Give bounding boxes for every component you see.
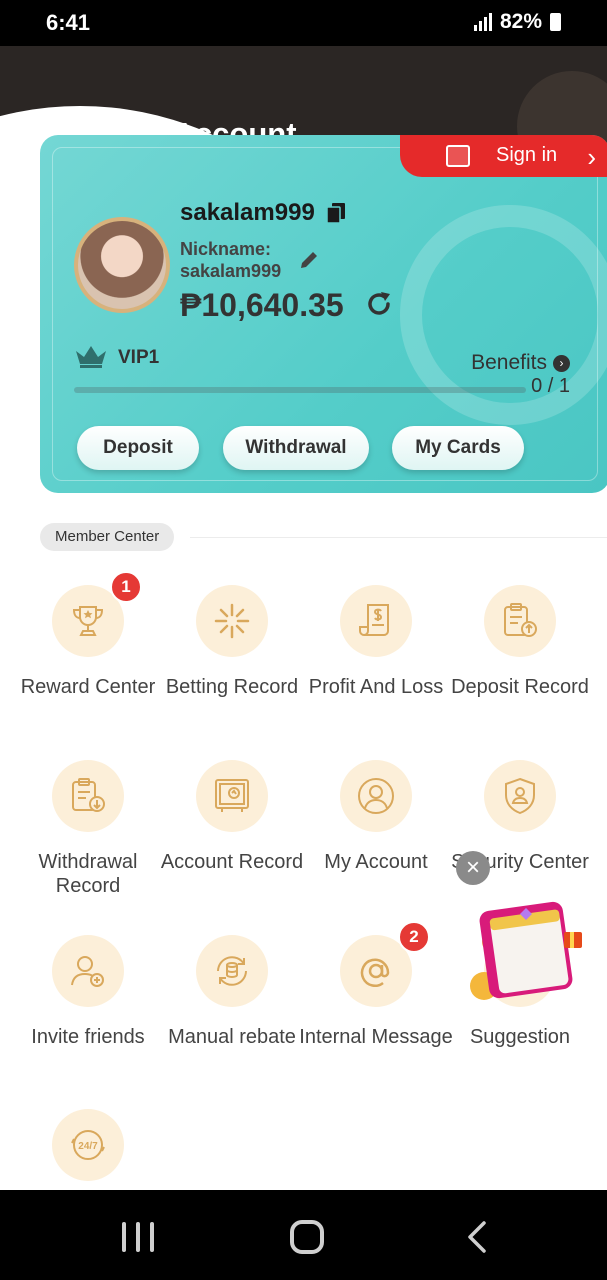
clipboard-download-icon (52, 760, 124, 832)
account-card: Sign in › sakalam999 Nickname: sakalam99… (40, 135, 607, 493)
sign-in-label: Sign in (496, 144, 558, 166)
grid-label: Withdrawal Record (38, 851, 138, 897)
my-cards-button[interactable]: My Cards (392, 426, 524, 470)
close-icon[interactable]: × (456, 851, 490, 885)
grid-label: Account Record (160, 851, 304, 873)
grid-label: Manual rebate (168, 1026, 296, 1048)
divider (190, 537, 607, 538)
vip-progress-text: 0 / 1 (531, 375, 570, 397)
notification-badge: 2 (398, 921, 430, 953)
status-indicators: 82% (473, 10, 561, 34)
avatar[interactable] (74, 217, 170, 313)
svg-text:24/7: 24/7 (78, 1141, 98, 1152)
battery-icon (550, 13, 561, 31)
pencil-icon[interactable] (298, 249, 320, 271)
coins-rebate-icon (196, 935, 268, 1007)
notification-badge: 1 (110, 571, 142, 603)
nickname-label: Nickname: (180, 239, 272, 259)
home-icon[interactable] (290, 1220, 324, 1254)
refresh-icon[interactable] (364, 289, 394, 319)
signal-icon (473, 13, 492, 31)
account-record-icon (196, 760, 268, 832)
status-bar: 6:41 82% (0, 0, 607, 46)
calendar-check-icon (446, 145, 470, 167)
copy-icon[interactable] (326, 202, 346, 224)
withdrawal-button[interactable]: Withdrawal (223, 426, 369, 470)
benefits-label: Benefits (471, 351, 547, 374)
grid-label: Invite friends (31, 1026, 145, 1048)
system-nav-bar (0, 1190, 607, 1280)
chevron-right-circle-icon: › (553, 354, 570, 372)
battery-percent: 82% (499, 10, 542, 33)
receipt-dollar-icon (340, 585, 412, 657)
recent-apps-icon[interactable] (122, 1222, 154, 1252)
status-time: 6:41 (46, 10, 91, 35)
betting-record-icon (196, 585, 268, 657)
gift-box-promo-icon[interactable] (466, 898, 590, 1010)
grid-label: Betting Record (165, 676, 299, 698)
user-circle-icon (340, 760, 412, 832)
vip-level: VIP1 (118, 347, 160, 368)
nickname-value: sakalam999 (180, 261, 282, 281)
support-24-7-icon: 24/7 (52, 1109, 124, 1181)
vip-progress-bar (74, 387, 526, 393)
deposit-button[interactable]: Deposit (77, 426, 199, 470)
clipboard-upload-icon (484, 585, 556, 657)
grid-label: Suggestion (469, 1026, 571, 1048)
chevron-right-icon: › (587, 142, 596, 172)
username: sakalam999 (180, 199, 315, 226)
grid-label: Reward Center (20, 676, 156, 698)
grid-label: Deposit Record (451, 676, 589, 698)
crown-icon (76, 346, 106, 368)
grid-label: My Account (324, 851, 428, 873)
nav-back-icon[interactable] (466, 1220, 488, 1254)
member-center-title: Member Center (40, 523, 175, 551)
grid-label: Profit And Loss (308, 676, 444, 698)
grid-label: Internal Message (299, 1026, 453, 1048)
balance: ₱10,640.35 (180, 287, 344, 323)
sign-in-button[interactable]: Sign in › (400, 135, 607, 177)
add-user-icon (52, 935, 124, 1007)
benefits-link[interactable]: Benefits › (471, 351, 570, 375)
shield-user-icon (484, 760, 556, 832)
